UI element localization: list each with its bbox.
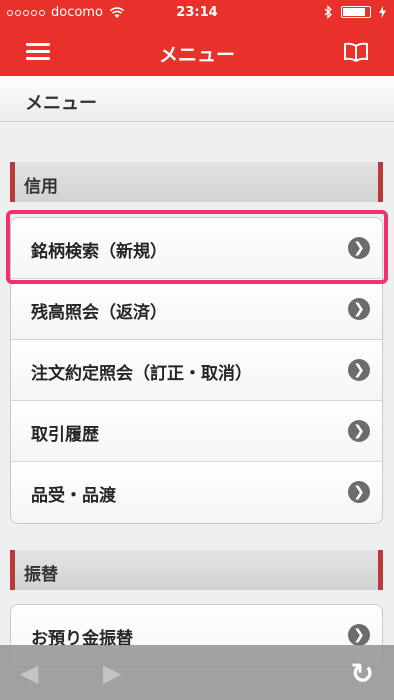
section-title: 振替 (24, 565, 58, 585)
menu-item-balance-inquiry[interactable]: 残高照会（返済） ❯ (11, 279, 382, 340)
back-arrow-icon[interactable]: ◀ (20, 659, 38, 687)
chevron-right-icon: ❯ (348, 298, 370, 320)
section-title: 信用 (24, 177, 58, 197)
menu-item-label: 残高照会（返済） (31, 303, 167, 323)
page-title: メニュー (25, 93, 97, 114)
section-header-credit: 信用 (10, 162, 383, 202)
menu-item-delivery[interactable]: 品受・品渡 ❯ (11, 462, 382, 523)
menu-item-label: 取引履歴 (31, 425, 99, 445)
book-icon[interactable] (343, 42, 369, 62)
menu-item-transaction-history[interactable]: 取引履歴 ❯ (11, 401, 382, 462)
battery-icon (341, 6, 371, 18)
menu-item-order-inquiry[interactable]: 注文約定照会（訂正・取消） ❯ (11, 340, 382, 401)
nav-title: メニュー (158, 44, 235, 66)
chevron-right-icon: ❯ (348, 624, 370, 646)
status-right (324, 5, 386, 19)
page-header: メニュー (0, 76, 394, 122)
charging-icon (379, 6, 386, 18)
highlight-box (6, 210, 388, 284)
status-bar: docomo 23:14 (0, 0, 394, 26)
bluetooth-icon (324, 5, 332, 19)
chevron-right-icon: ❯ (348, 359, 370, 381)
bottom-toolbar: ◀ ▶ ↻ (0, 645, 394, 700)
menu-item-label: 注文約定照会（訂正・取消） (31, 364, 252, 384)
chevron-right-icon: ❯ (348, 420, 370, 442)
menu-item-label: 品受・品渡 (31, 486, 116, 506)
section-header-transfer: 振替 (10, 550, 383, 590)
forward-arrow-icon[interactable]: ▶ (103, 659, 121, 687)
navigation-bar: メニュー (0, 26, 394, 76)
reload-icon[interactable]: ↻ (351, 657, 374, 690)
chevron-right-icon: ❯ (348, 481, 370, 503)
